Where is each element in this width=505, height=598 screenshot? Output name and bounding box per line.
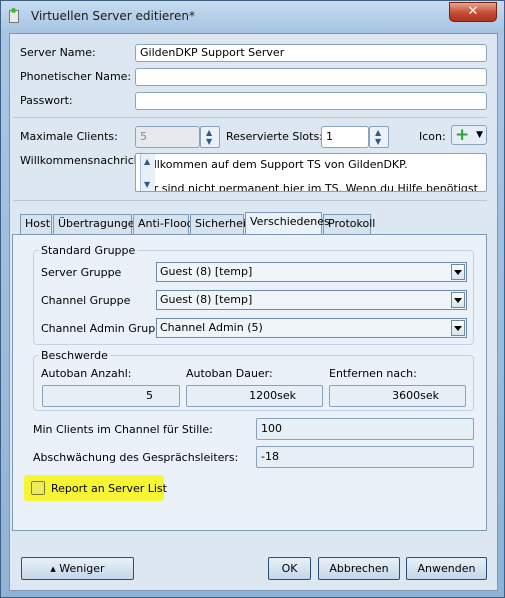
apply-button[interactable]: Anwenden <box>406 557 487 580</box>
autoban-count-input[interactable]: 5 <box>42 385 180 407</box>
phonetic-name-input[interactable] <box>135 68 487 86</box>
chevron-up-icon: ▲ <box>50 565 56 573</box>
autoban-duration-label: Autoban Dauer: <box>186 367 273 380</box>
reserved-slots-input[interactable]: 1 <box>321 126 369 148</box>
less-button[interactable]: ▲ Weniger <box>21 557 134 580</box>
channel-group-value: Guest (8) [temp] <box>160 293 253 306</box>
max-clients-input[interactable]: 5 <box>135 126 200 148</box>
ok-button[interactable]: OK <box>268 557 311 580</box>
standard-group-title: Standard Gruppe <box>39 244 138 257</box>
reserved-slots-label: Reservierte Slots: <box>226 130 323 143</box>
channel-group-label: Channel Gruppe <box>41 294 131 307</box>
password-input[interactable] <box>135 92 487 110</box>
app-icon <box>9 8 19 23</box>
spin-down-icon[interactable]: ▼ <box>375 138 381 146</box>
icon-picker-button[interactable]: + ▼ <box>451 125 487 145</box>
welcome-line-1: Willkommen auf dem Support TS von Gilden… <box>140 158 408 171</box>
welcome-scrollbar[interactable]: ▲ ▼ <box>140 154 155 191</box>
tab-bar: Host Übertragungen Anti-Flood Sicherheit… <box>20 212 480 236</box>
remove-after-label: Entfernen nach: <box>329 367 417 380</box>
tab-host[interactable]: Host <box>20 214 52 234</box>
server-name-label: Server Name: <box>20 46 96 59</box>
cancel-button[interactable]: Abbrechen <box>318 557 400 580</box>
attenuation-label: Abschwächung des Gesprächsleiters: <box>33 451 239 464</box>
tab-sicherheit[interactable]: Sicherheit <box>190 214 250 234</box>
welcome-label: Willkommensnachricht: <box>20 154 149 167</box>
window-title: Virtuellen Server editieren* <box>31 9 195 23</box>
min-clients-label: Min Clients im Channel für Stille: <box>33 423 213 436</box>
chevron-down-icon[interactable] <box>451 292 465 308</box>
tab-verschiedenes[interactable]: Verschiedenes <box>245 212 330 234</box>
spin-up-icon[interactable]: ▲ <box>375 129 381 137</box>
dropdown-arrow-icon: ▼ <box>476 130 483 140</box>
channel-admin-group-select[interactable]: Channel Admin (5) <box>156 318 467 338</box>
min-clients-input[interactable]: 100 <box>256 418 474 440</box>
reserved-slots-spinner[interactable]: ▲ ▼ <box>369 126 389 148</box>
attenuation-input[interactable]: -18 <box>256 446 474 468</box>
tab-protokoll[interactable]: Protokoll <box>323 214 375 234</box>
less-button-label: Weniger <box>59 562 105 575</box>
server-group-label: Server Gruppe <box>41 266 122 279</box>
max-clients-label: Maximale Clients: <box>20 130 118 143</box>
separator <box>13 200 487 201</box>
scroll-down-icon[interactable]: ▼ <box>144 180 150 189</box>
spin-down-icon[interactable]: ▼ <box>206 138 212 146</box>
max-clients-spinner[interactable]: ▲ ▼ <box>200 126 220 148</box>
title-bar[interactable]: Virtuellen Server editieren* ✕ <box>1 1 504 33</box>
password-label: Passwort: <box>20 94 73 107</box>
server-group-select[interactable]: Guest (8) [temp] <box>156 262 467 282</box>
channel-group-select[interactable]: Guest (8) [temp] <box>156 290 467 310</box>
scroll-up-icon[interactable]: ▲ <box>144 157 150 166</box>
channel-admin-group-value: Channel Admin (5) <box>160 321 263 334</box>
autoban-duration-input[interactable]: 1200sek <box>186 385 323 407</box>
report-server-list-label[interactable]: Report an Server List <box>51 482 167 495</box>
server-group-value: Guest (8) [temp] <box>160 265 253 278</box>
dialog-window: Virtuellen Server editieren* ✕ Server Na… <box>0 0 505 598</box>
tab-uebertragungen[interactable]: Übertragungen <box>53 214 142 234</box>
complaint-group-title: Beschwerde <box>39 349 110 362</box>
server-name-input[interactable]: GildenDKP Support Server <box>135 44 487 62</box>
channel-admin-group-label: Channel Admin Gruppe <box>41 322 169 335</box>
autoban-count-label: Autoban Anzahl: <box>41 367 132 380</box>
plus-icon: + <box>455 125 470 145</box>
icon-label: Icon: <box>419 130 446 143</box>
spin-up-icon[interactable]: ▲ <box>206 129 212 137</box>
tab-anti-flood[interactable]: Anti-Flood <box>133 214 194 234</box>
phonetic-name-label: Phonetischer Name: <box>20 70 132 83</box>
remove-after-input[interactable]: 3600sek <box>329 385 466 407</box>
close-button[interactable]: ✕ <box>449 2 497 22</box>
chevron-down-icon[interactable] <box>451 320 465 336</box>
report-server-list-checkbox[interactable] <box>31 481 45 495</box>
chevron-down-icon[interactable] <box>451 264 465 280</box>
welcome-line-2: Wir sind nicht permanent hier im TS. Wen… <box>140 182 478 192</box>
welcome-message-textarea[interactable]: Willkommen auf dem Support TS von Gilden… <box>135 153 487 192</box>
separator <box>13 117 487 118</box>
